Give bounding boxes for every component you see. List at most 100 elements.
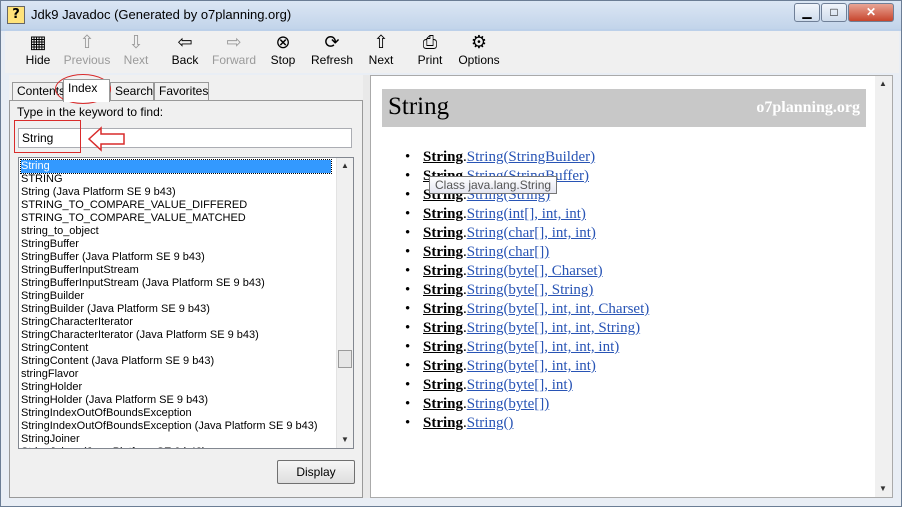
- index-list-item[interactable]: STRING: [21, 173, 335, 186]
- toolbar-button-hide[interactable]: ▦ Hide: [13, 33, 63, 71]
- toolbar-button-print[interactable]: ⎙ Print: [405, 33, 455, 71]
- index-list-item[interactable]: StringBufferInputStream: [21, 264, 335, 277]
- highlight-box: [14, 120, 81, 153]
- toolbar-button-previous[interactable]: ⇧ Previous: [62, 33, 112, 71]
- constructor-link[interactable]: String(byte[], int, int, int): [467, 339, 619, 355]
- index-list-item[interactable]: StringContent (Java Platform SE 9 b43): [21, 355, 335, 368]
- maximize-button[interactable]: □: [821, 3, 847, 22]
- index-list-scrollbar[interactable]: ▲ ▼: [336, 158, 353, 448]
- toolbar-button-options[interactable]: ⚙ Options: [454, 33, 504, 71]
- index-list-item[interactable]: StringIndexOutOfBoundsException (Java Pl…: [21, 420, 335, 433]
- class-name-link[interactable]: String: [423, 320, 463, 336]
- constructor-link[interactable]: String(byte[]): [467, 396, 549, 412]
- index-list-item[interactable]: StringJoiner: [21, 433, 335, 446]
- scroll-thumb[interactable]: [338, 350, 352, 368]
- toolbar-button-stop[interactable]: ⊗ Stop: [258, 33, 308, 71]
- toolbar-button-label: Print: [417, 53, 443, 67]
- class-name-link[interactable]: String: [423, 282, 463, 298]
- index-list[interactable]: StringJoiner (Java Platform SE 9 b43)Str…: [18, 157, 354, 449]
- toolbar-button-label: Next: [368, 53, 394, 67]
- index-list-item[interactable]: StringHolder: [21, 381, 335, 394]
- class-name-link[interactable]: String: [423, 415, 463, 431]
- topic-scrollbar[interactable]: ▲ ▼: [875, 76, 892, 497]
- bullet-icon: •: [405, 244, 411, 260]
- class-name-link[interactable]: String: [423, 301, 463, 317]
- index-list-item[interactable]: stringFlavor: [21, 368, 335, 381]
- bullet-icon: •: [405, 225, 411, 241]
- close-button[interactable]: ✕: [848, 3, 894, 22]
- bullet-icon: •: [405, 187, 411, 203]
- constructor-link[interactable]: String(byte[], String): [467, 282, 594, 298]
- display-button[interactable]: Display: [277, 460, 355, 484]
- index-list-item[interactable]: StringBuilder (Java Platform SE 9 b43): [21, 303, 335, 316]
- constructor-link[interactable]: String(StringBuilder): [467, 149, 595, 165]
- index-list-item[interactable]: STRING_TO_COMPARE_VALUE_DIFFERED: [21, 199, 335, 212]
- class-name-link[interactable]: String: [423, 396, 463, 412]
- class-name-link[interactable]: String: [423, 263, 463, 279]
- constructor-link[interactable]: String(byte[], int): [467, 377, 573, 393]
- toolbar-button-next[interactable]: ⇧ Next: [356, 33, 406, 71]
- index-list-item[interactable]: StringBuffer (Java Platform SE 9 b43): [21, 251, 335, 264]
- constructor-link[interactable]: String(char[]): [467, 244, 549, 260]
- bullet-icon: •: [405, 263, 411, 279]
- tab-search[interactable]: Search: [110, 82, 154, 101]
- toolbar-button-forward[interactable]: ⇨ Forward: [209, 33, 259, 71]
- toolbar-button-back[interactable]: ⇦ Back: [160, 33, 210, 71]
- index-list-item[interactable]: StringCharacterIterator: [21, 316, 335, 329]
- index-list-item[interactable]: StringContent: [21, 342, 335, 355]
- constructor-link[interactable]: String(): [467, 415, 514, 431]
- class-name-link[interactable]: String: [423, 244, 463, 260]
- hide-icon: ▦: [29, 32, 47, 53]
- title-bar[interactable]: ? Jdk9 Javadoc (Generated by o7planning.…: [1, 1, 901, 29]
- toolbar-button-next[interactable]: ⇩ Next: [111, 33, 161, 71]
- index-list-item[interactable]: StringJoiner (Java Platform SE 9 b43): [21, 446, 335, 448]
- help-window: ? Jdk9 Javadoc (Generated by o7planning.…: [0, 0, 902, 507]
- index-list-item[interactable]: StringCharacterIterator (Java Platform S…: [21, 329, 335, 342]
- index-list-item[interactable]: StringBuffer: [21, 238, 335, 251]
- toolbar-button-refresh[interactable]: ⟳ Refresh: [307, 33, 357, 71]
- tab-favorites[interactable]: Favorites: [154, 82, 209, 101]
- constructor-link[interactable]: String(byte[], int, int): [467, 358, 596, 374]
- index-list-item[interactable]: string_to_object: [21, 225, 335, 238]
- constructor-link[interactable]: String(int[], int, int): [467, 206, 586, 222]
- scroll-down-icon[interactable]: ▼: [875, 481, 891, 497]
- constructor-list-item: • String.String(int[], int, int): [405, 206, 586, 222]
- index-list-item[interactable]: StringBuilder: [21, 290, 335, 303]
- class-name-link[interactable]: String: [423, 149, 463, 165]
- constructor-list-item: • String.String(byte[], String): [405, 282, 594, 298]
- brand-label: o7planning.org: [756, 99, 860, 116]
- minimize-button[interactable]: ▁: [794, 3, 820, 22]
- constructor-link[interactable]: String(byte[], int, int, String): [467, 320, 640, 336]
- index-list-item[interactable]: StringHolder (Java Platform SE 9 b43): [21, 394, 335, 407]
- class-name-link[interactable]: String: [423, 225, 463, 241]
- toolbar-button-label: Forward: [211, 53, 256, 67]
- index-list-item[interactable]: String: [20, 159, 332, 174]
- scroll-up-icon[interactable]: ▲: [337, 158, 353, 174]
- constructor-list-item: • String.String(byte[], int, int, int): [405, 339, 620, 355]
- constructor-link[interactable]: String(byte[], Charset): [467, 263, 603, 279]
- bullet-icon: •: [405, 149, 411, 165]
- scroll-down-icon[interactable]: ▼: [337, 432, 353, 448]
- constructor-list-item: • String.String(byte[]): [405, 396, 550, 412]
- forward-icon: ⇨: [226, 32, 242, 53]
- constructor-link[interactable]: String(byte[], int, int, Charset): [467, 301, 649, 317]
- options-icon: ⚙: [470, 32, 488, 53]
- index-list-item[interactable]: StringBufferInputStream (Java Platform S…: [21, 277, 335, 290]
- tab-index[interactable]: Index: [63, 79, 110, 102]
- class-name-link[interactable]: String: [423, 377, 463, 393]
- scroll-up-icon[interactable]: ▲: [875, 76, 891, 92]
- index-list-item[interactable]: STRING_TO_COMPARE_VALUE_MATCHED: [21, 212, 335, 225]
- class-name-link[interactable]: String: [423, 358, 463, 374]
- constructor-link[interactable]: String(char[], int, int): [467, 225, 596, 241]
- constructor-list-item: • String.String(byte[], Charset): [405, 263, 603, 279]
- stop-icon: ⊗: [275, 32, 291, 53]
- arrow-up-icon: ⇧: [373, 32, 389, 53]
- constructor-list-item: • String.String(StringBuilder): [405, 149, 596, 165]
- index-list-item[interactable]: String (Java Platform SE 9 b43): [21, 186, 335, 199]
- pane-splitter[interactable]: [363, 75, 370, 498]
- bullet-icon: •: [405, 168, 411, 184]
- class-name-link[interactable]: String: [423, 206, 463, 222]
- pointer-arrow-icon: [87, 126, 125, 152]
- class-name-link[interactable]: String: [423, 339, 463, 355]
- index-list-item[interactable]: StringIndexOutOfBoundsException: [21, 407, 335, 420]
